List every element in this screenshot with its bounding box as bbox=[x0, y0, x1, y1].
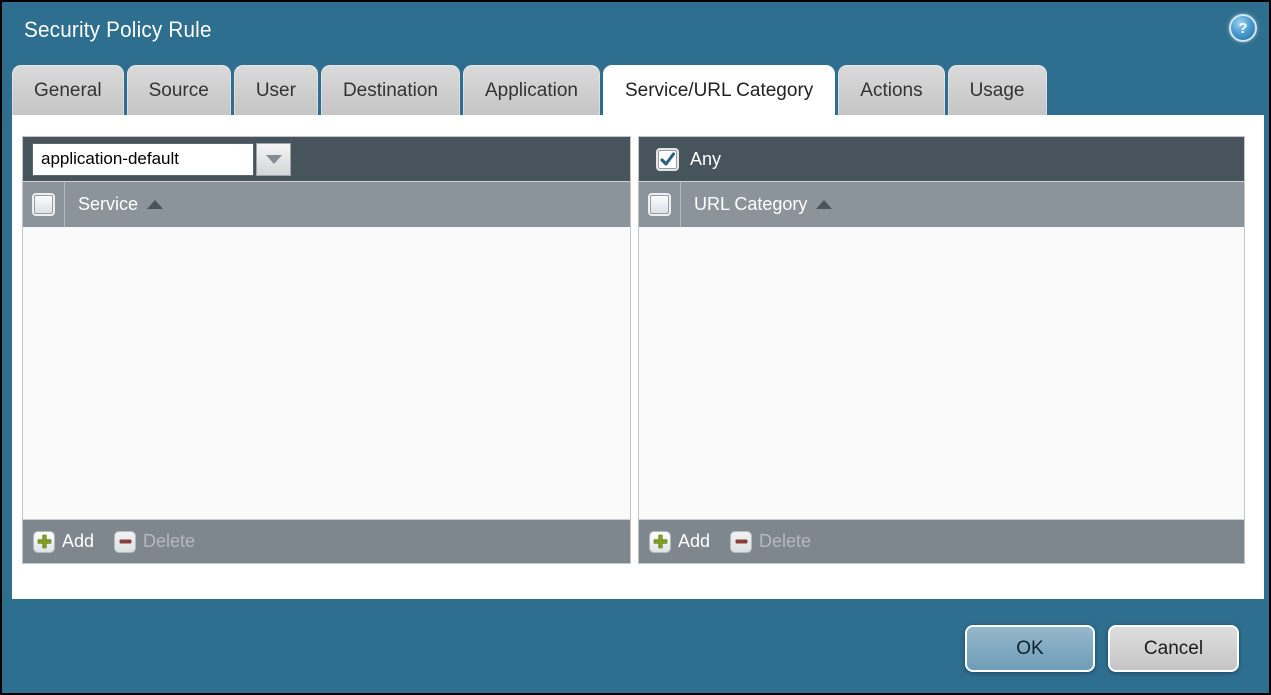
url-category-panel: Any URL Category Add Delete bbox=[638, 136, 1245, 564]
service-header-checkbox-cell bbox=[23, 182, 65, 227]
service-type-dropdown-button[interactable] bbox=[256, 142, 291, 176]
sort-ascending-icon[interactable] bbox=[816, 200, 833, 209]
service-type-input[interactable] bbox=[32, 142, 254, 176]
tab-destination[interactable]: Destination bbox=[320, 65, 460, 115]
any-checkbox[interactable] bbox=[658, 149, 677, 169]
tab-service-url-category[interactable]: Service/URL Category bbox=[602, 65, 836, 117]
dialog-title: Security Policy Rule bbox=[24, 17, 212, 42]
service-add-button[interactable]: Add bbox=[33, 530, 94, 553]
help-glyph: ? bbox=[1238, 19, 1248, 37]
tab-source[interactable]: Source bbox=[126, 65, 231, 115]
service-column-label[interactable]: Service bbox=[78, 194, 138, 215]
sort-ascending-icon[interactable] bbox=[147, 200, 164, 209]
service-type-combo bbox=[32, 142, 291, 176]
cancel-button[interactable]: Cancel bbox=[1108, 625, 1239, 672]
tab-general[interactable]: General bbox=[12, 65, 124, 115]
ok-button[interactable]: OK bbox=[965, 625, 1095, 672]
chevron-down-icon bbox=[265, 154, 282, 164]
url-category-toolbar: Any bbox=[639, 137, 1244, 181]
check-icon bbox=[660, 151, 676, 166]
service-list bbox=[23, 227, 630, 519]
tab-user[interactable]: User bbox=[233, 65, 318, 115]
url-category-list bbox=[639, 227, 1244, 519]
plus-icon bbox=[33, 530, 55, 553]
tab-application[interactable]: Application bbox=[463, 65, 600, 115]
service-footer: Add Delete bbox=[23, 519, 630, 563]
url-category-delete-button[interactable]: Delete bbox=[730, 530, 811, 553]
url-category-column-header: URL Category bbox=[639, 181, 1244, 227]
minus-icon bbox=[730, 530, 753, 553]
service-column-header: Service bbox=[23, 181, 630, 227]
service-select-all-checkbox[interactable] bbox=[34, 195, 53, 214]
service-delete-button[interactable]: Delete bbox=[114, 530, 195, 553]
any-label: Any bbox=[690, 148, 722, 169]
url-category-header-checkbox-cell bbox=[639, 182, 681, 227]
url-category-footer: Add Delete bbox=[639, 519, 1244, 563]
security-policy-rule-dialog: Security Policy Rule ? General Source Us… bbox=[0, 0, 1271, 695]
service-panel: Service Add Delete bbox=[22, 136, 631, 564]
help-icon[interactable]: ? bbox=[1229, 14, 1257, 42]
tab-content-area: Service Add Delete bbox=[12, 115, 1264, 599]
tab-usage[interactable]: Usage bbox=[947, 65, 1047, 115]
tab-bar: General Source User Destination Applicat… bbox=[12, 65, 1047, 117]
url-category-add-button[interactable]: Add bbox=[649, 530, 710, 553]
minus-icon bbox=[114, 530, 137, 553]
url-category-select-all-checkbox[interactable] bbox=[650, 195, 669, 214]
tab-actions[interactable]: Actions bbox=[838, 65, 945, 115]
url-category-column-label[interactable]: URL Category bbox=[694, 194, 807, 215]
service-toolbar bbox=[23, 137, 630, 181]
any-row: Any bbox=[648, 149, 721, 170]
plus-icon bbox=[649, 530, 671, 553]
